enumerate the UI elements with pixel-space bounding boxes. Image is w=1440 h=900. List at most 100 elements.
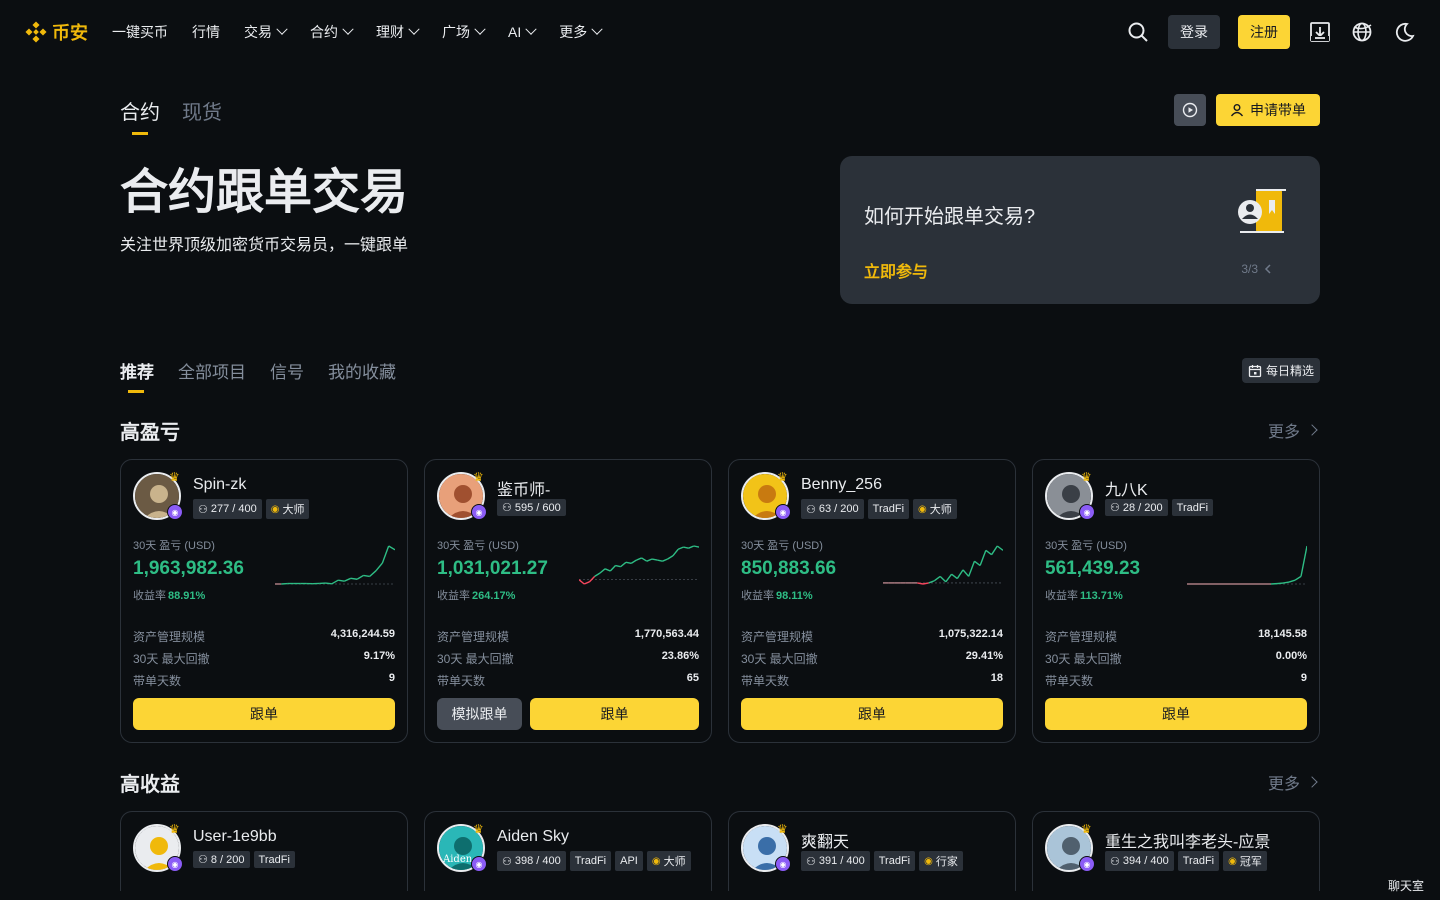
tutorial-video-button[interactable] bbox=[1174, 94, 1206, 126]
tab-section-0[interactable]: 推荐 bbox=[120, 358, 154, 393]
avatar[interactable]: ♛ ◉ bbox=[437, 470, 487, 522]
sparkline-segment bbox=[325, 582, 332, 585]
avatar[interactable]: ♛ ◉ bbox=[1045, 470, 1095, 522]
followers-badge: ⚇ 277 / 400 bbox=[193, 499, 262, 519]
tag-badge: ◉ 大师 bbox=[913, 499, 957, 519]
followers-count: 63 / 200 bbox=[818, 503, 859, 515]
dark-mode-icon[interactable] bbox=[1392, 20, 1416, 44]
how-to-copy-trade-banner[interactable]: 如何开始跟单交易? 立即参与 3/3 bbox=[840, 156, 1320, 304]
followers-count: 8 / 200 bbox=[210, 853, 245, 866]
avatar[interactable]: Aiden ♛ ◉ bbox=[437, 822, 487, 874]
tab-section-2[interactable]: 信号 bbox=[270, 358, 304, 393]
trader-card[interactable]: Aiden ♛ ◉ Aiden Sky ⚇ 398 / 400 TradFi API ◉ 大师 bbox=[424, 811, 712, 891]
join-now-link[interactable]: 立即参与 bbox=[864, 258, 928, 282]
register-button[interactable]: 注册 bbox=[1238, 15, 1290, 49]
trader-name[interactable]: Aiden Sky bbox=[497, 828, 569, 846]
sparkline-segment bbox=[641, 557, 648, 562]
tag-label: 大师 bbox=[929, 504, 952, 516]
trader-card[interactable]: ♛ ◉ Spin-zk ⚇ 277 / 400 ◉ 大师 30天 盈亏 (USD) 1,963,… bbox=[120, 459, 408, 743]
download-icon[interactable] bbox=[1308, 20, 1332, 44]
nav-item-0[interactable]: 一键买币 bbox=[112, 22, 168, 42]
followers-icon: ⚇ bbox=[806, 855, 816, 868]
copy-button[interactable]: 跟单 bbox=[530, 698, 699, 730]
search-icon[interactable] bbox=[1126, 20, 1150, 44]
avatar[interactable]: ♛ ◉ bbox=[741, 470, 791, 522]
copy-button[interactable]: 跟单 bbox=[133, 698, 395, 730]
nav-item-2[interactable]: 交易 bbox=[244, 22, 288, 42]
sparkline-segment bbox=[375, 562, 383, 572]
stat-mdd: 30天 最大回撤 29.41% bbox=[741, 650, 1003, 667]
tab-product-1[interactable]: 现货 bbox=[182, 96, 222, 135]
trader-card[interactable]: ♛ ◉ 鉴币师- ⚇ 595 / 600 30天 盈亏 (USD) 1,031,021.27… bbox=[424, 459, 712, 743]
sparkline-segment bbox=[599, 568, 606, 574]
nav-item-7[interactable]: 更多 bbox=[559, 22, 603, 42]
tab-section-3[interactable]: 我的收藏 bbox=[328, 358, 396, 393]
avatar[interactable]: ♛ ◉ bbox=[741, 822, 791, 874]
trader-name[interactable]: 鉴币师- bbox=[497, 476, 550, 500]
avatar[interactable]: ♛ ◉ bbox=[133, 822, 183, 874]
trader-name[interactable]: Spin-zk bbox=[193, 476, 246, 494]
roi-row: 收益率 98.11% bbox=[741, 587, 813, 603]
sparkline-segment bbox=[356, 574, 364, 580]
stat-label: 带单天数 bbox=[741, 674, 790, 688]
trader-name[interactable]: 爽翻天 bbox=[801, 828, 849, 852]
chevron-left-icon[interactable] bbox=[1264, 264, 1272, 274]
trader-tags: ⚇ 63 / 200 TradFi ◉ 大师 bbox=[801, 499, 957, 519]
trader-card[interactable]: ♛ ◉ Benny_256 ⚇ 63 / 200 TradFi ◉ 大师 30天 盈亏 (USD… bbox=[728, 459, 1016, 743]
copy-button[interactable]: 跟单 bbox=[741, 698, 1003, 730]
sparkline-segment bbox=[381, 545, 390, 564]
live-broadcast-icon: ◉ bbox=[775, 856, 791, 872]
login-button[interactable]: 登录 bbox=[1168, 15, 1220, 49]
trader-card[interactable]: ♛ ◉ 重生之我叫李老头-应景 ⚇ 394 / 400 TradFi ◉ 冠军 bbox=[1032, 811, 1320, 891]
stat-value: 9 bbox=[1300, 672, 1307, 684]
apply-lead-trader-button[interactable]: 申请带单 bbox=[1216, 94, 1320, 126]
trader-name[interactable]: 九八K bbox=[1105, 476, 1148, 500]
trader-card[interactable]: ♛ ◉ 爽翻天 ⚇ 391 / 400 TradFi ◉ 行家 bbox=[728, 811, 1016, 891]
more-label: 更多 bbox=[1267, 424, 1300, 441]
daily-pick-button[interactable]: 每日精选 bbox=[1241, 358, 1320, 383]
nav-item-3[interactable]: 合约 bbox=[310, 22, 354, 42]
trader-name[interactable]: User-1e9bb bbox=[193, 828, 277, 846]
stat-label: 资产管理规模 bbox=[741, 630, 814, 644]
globe-icon[interactable] bbox=[1350, 20, 1374, 44]
followers-count: 28 / 200 bbox=[1122, 501, 1163, 514]
binance-logo[interactable]: 币安 bbox=[24, 19, 88, 45]
trader-card[interactable]: ♛ ◉ 九八K ⚇ 28 / 200 TradFi 30天 盈亏 (USD) 561,439.… bbox=[1032, 459, 1320, 743]
sparkline-segment bbox=[990, 545, 998, 556]
nav-item-4[interactable]: 理财 bbox=[376, 22, 420, 42]
live-broadcast-icon: ◉ bbox=[471, 856, 487, 872]
stat-value: 65 bbox=[686, 672, 699, 684]
pnl-label: 30天 盈亏 (USD) bbox=[1045, 540, 1127, 552]
trader-name[interactable]: 重生之我叫李老头-应景 bbox=[1105, 828, 1270, 852]
sparkline-segment bbox=[583, 581, 590, 585]
sparkline-segment bbox=[974, 560, 981, 567]
more-link-high-roi[interactable]: 更多 bbox=[1268, 770, 1318, 794]
followers-badge: ⚇ 394 / 400 bbox=[1105, 851, 1174, 871]
sparkline-segment bbox=[683, 546, 689, 549]
sparkline-segment bbox=[917, 582, 924, 585]
trader-tags: ⚇ 394 / 400 TradFi ◉ 冠军 bbox=[1105, 851, 1267, 871]
nav-item-1[interactable]: 行情 bbox=[192, 22, 220, 42]
followers-icon: ⚇ bbox=[502, 855, 512, 868]
pnl-label: 30天 盈亏 (USD) bbox=[741, 540, 823, 552]
stat-value: 0.00% bbox=[1275, 650, 1307, 662]
sparkline-segment bbox=[945, 573, 953, 583]
chatroom-button[interactable]: 聊天室 bbox=[1388, 877, 1424, 894]
avatar[interactable]: ♛ ◉ bbox=[133, 470, 183, 522]
followers-icon: ⚇ bbox=[806, 503, 816, 516]
more-link-high-pnl[interactable]: 更多 bbox=[1267, 418, 1318, 442]
roi-row: 收益率 88.91% bbox=[133, 587, 205, 603]
avatar[interactable]: ♛ ◉ bbox=[1045, 822, 1095, 874]
tag-badge: TradFi bbox=[867, 499, 910, 519]
tab-section-1[interactable]: 全部项目 bbox=[178, 358, 246, 393]
live-broadcast-icon: ◉ bbox=[1079, 856, 1095, 872]
followers-badge: ⚇ 595 / 600 bbox=[497, 499, 566, 516]
trader-name[interactable]: Benny_256 bbox=[801, 476, 882, 494]
copy-button[interactable]: 跟单 bbox=[1045, 698, 1307, 730]
mock-copy-button[interactable]: 模拟跟单 bbox=[437, 698, 522, 730]
nav-item-6[interactable]: AI bbox=[508, 23, 537, 40]
tab-product-0[interactable]: 合约 bbox=[120, 96, 160, 135]
trader-card[interactable]: ♛ ◉ User-1e9bb ⚇ 8 / 200 TradFi bbox=[120, 811, 408, 891]
nav-item-5[interactable]: 广场 bbox=[442, 22, 486, 42]
top-actions: 申请带单 bbox=[1174, 94, 1320, 126]
